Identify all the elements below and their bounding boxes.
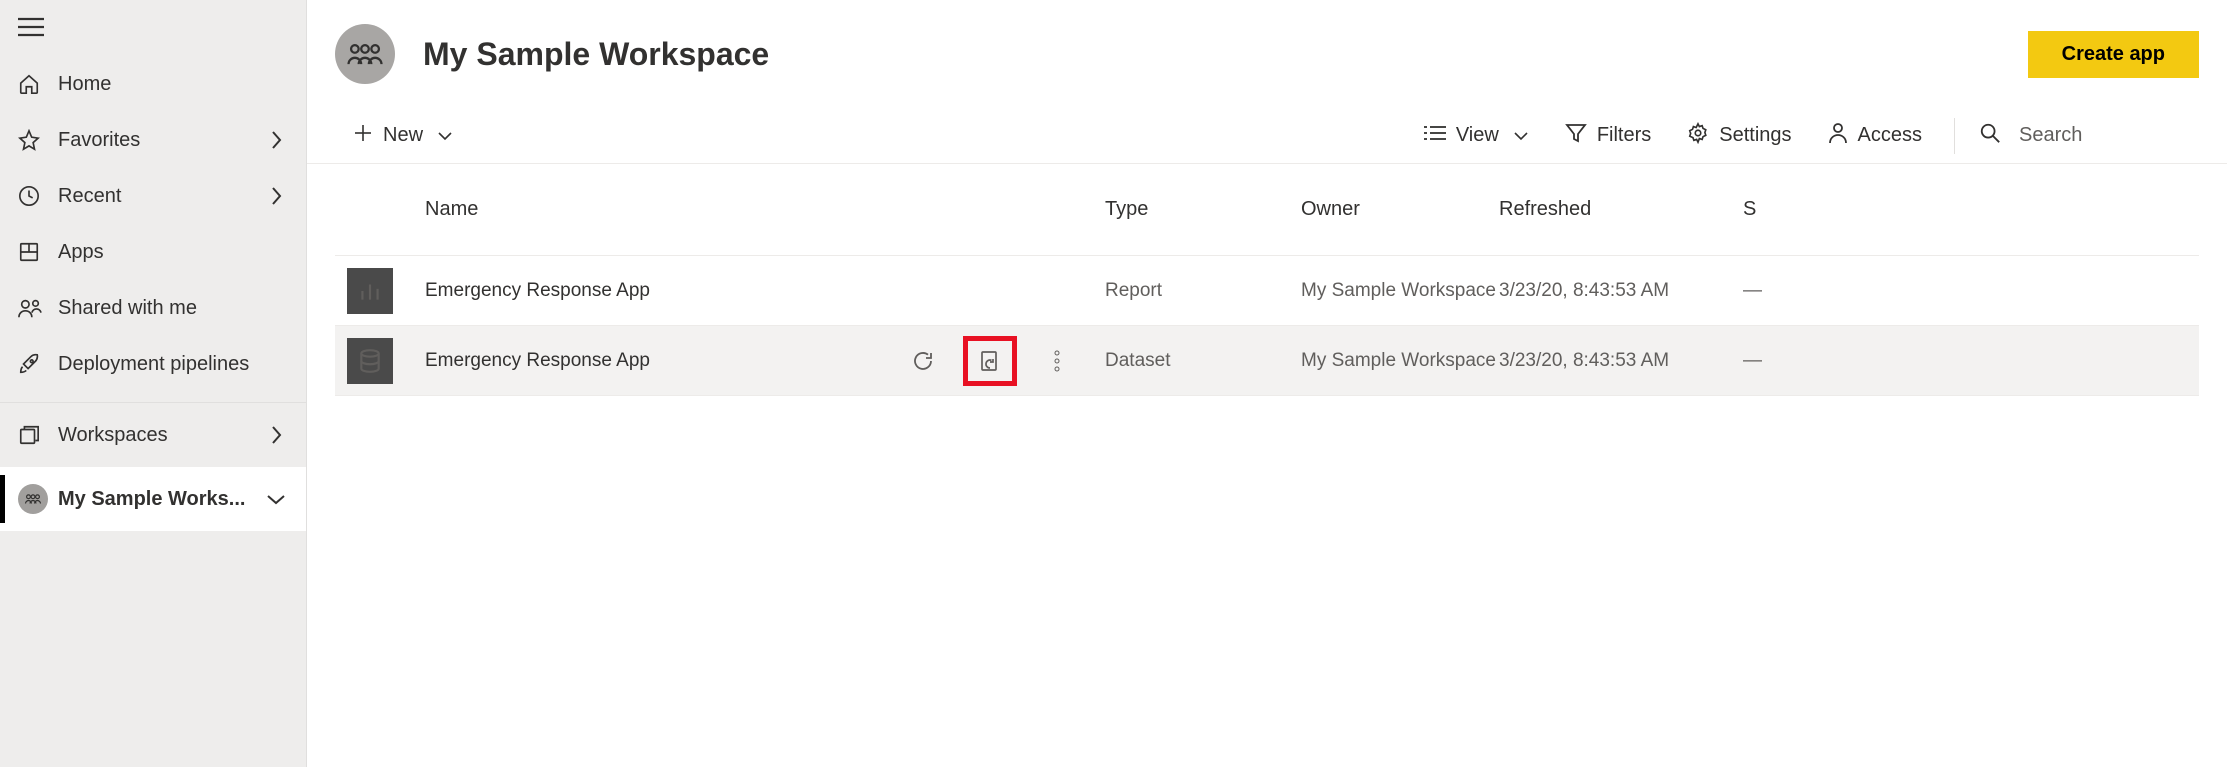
item-next: — <box>1743 280 2199 302</box>
sidebar-item-label: Deployment pipelines <box>58 353 288 376</box>
sidebar-item-favorites[interactable]: Favorites <box>0 112 306 168</box>
rocket-icon <box>18 353 58 375</box>
dataset-icon <box>347 338 393 384</box>
sidebar-item-recent[interactable]: Recent <box>0 168 306 224</box>
workspace-avatar-icon <box>18 484 58 514</box>
column-header-type[interactable]: Type <box>1105 198 1301 221</box>
search-icon <box>1979 122 2001 150</box>
search-input[interactable] <box>2019 124 2199 147</box>
table-header-row: Name Type Owner Refreshed S <box>335 164 2199 256</box>
item-owner: My Sample Workspace <box>1301 280 1499 302</box>
filters-label: Filters <box>1597 124 1651 147</box>
chevron-down-icon <box>437 124 453 147</box>
gear-icon <box>1687 122 1709 150</box>
clock-icon <box>18 185 58 207</box>
content-table: Name Type Owner Refreshed S Emergency Re… <box>307 164 2227 396</box>
star-icon <box>18 129 58 151</box>
page-title: My Sample Workspace <box>423 36 2028 73</box>
active-workspace-label: My Sample Works... <box>58 488 264 511</box>
sidebar-item-label: Home <box>58 73 288 96</box>
filter-icon <box>1565 123 1587 149</box>
access-label: Access <box>1858 124 1922 147</box>
new-label: New <box>383 124 423 147</box>
column-header-name[interactable]: Name <box>425 198 905 221</box>
column-header-owner[interactable]: Owner <box>1301 198 1499 221</box>
sidebar: Home Favorites Recent Apps Shared with m… <box>0 0 307 767</box>
sidebar-item-label: Workspaces <box>58 424 264 447</box>
item-type: Dataset <box>1105 350 1301 372</box>
settings-button[interactable]: Settings <box>1669 108 1809 163</box>
table-row[interactable]: Emergency Response App Report My Sample … <box>335 256 2199 326</box>
toolbar: New View Filters Settings <box>307 108 2227 164</box>
chevron-down-icon <box>264 493 288 505</box>
sidebar-item-label: Apps <box>58 241 288 264</box>
home-icon <box>18 73 58 95</box>
chevron-right-icon <box>264 130 288 150</box>
sidebar-item-apps[interactable]: Apps <box>0 224 306 280</box>
sidebar-item-home[interactable]: Home <box>0 56 306 112</box>
column-header-refreshed[interactable]: Refreshed <box>1499 198 1743 221</box>
new-button[interactable]: New <box>335 108 471 163</box>
sidebar-item-label: Favorites <box>58 129 264 152</box>
workspace-header: My Sample Workspace Create app <box>307 0 2227 108</box>
sidebar-item-label: Shared with me <box>58 297 288 320</box>
workspaces-icon <box>18 424 58 446</box>
report-icon <box>347 268 393 314</box>
sidebar-item-label: Recent <box>58 185 264 208</box>
sidebar-item-deployment[interactable]: Deployment pipelines <box>0 336 306 392</box>
sidebar-item-workspaces[interactable]: Workspaces <box>0 403 306 467</box>
access-button[interactable]: Access <box>1810 108 1940 163</box>
sidebar-item-shared[interactable]: Shared with me <box>0 280 306 336</box>
view-button[interactable]: View <box>1406 108 1547 163</box>
item-name: Emergency Response App <box>425 280 905 302</box>
item-name: Emergency Response App <box>425 350 905 372</box>
table-row[interactable]: Emergency Response App Dat <box>335 326 2199 396</box>
list-icon <box>1424 124 1446 147</box>
item-refreshed: 3/23/20, 8:43:53 AM <box>1499 280 1743 302</box>
schedule-refresh-icon[interactable] <box>976 347 1004 375</box>
apps-icon <box>18 241 58 263</box>
settings-label: Settings <box>1719 124 1791 147</box>
more-options-icon[interactable] <box>1043 347 1071 375</box>
create-app-button[interactable]: Create app <box>2028 31 2199 78</box>
sidebar-item-active-workspace[interactable]: My Sample Works... <box>0 467 306 531</box>
refresh-now-icon[interactable] <box>909 347 937 375</box>
toolbar-separator <box>1954 118 1955 154</box>
shared-icon <box>18 297 58 319</box>
schedule-refresh-highlight <box>963 336 1017 386</box>
column-header-next[interactable]: S <box>1743 198 2199 221</box>
view-label: View <box>1456 124 1499 147</box>
item-refreshed: 3/23/20, 8:43:53 AM <box>1499 350 1743 372</box>
main-content: My Sample Workspace Create app New View <box>307 0 2227 767</box>
plus-icon <box>353 123 373 149</box>
item-type: Report <box>1105 280 1301 302</box>
chevron-down-icon <box>1513 124 1529 147</box>
person-icon <box>1828 122 1848 150</box>
chevron-right-icon <box>264 186 288 206</box>
item-owner: My Sample Workspace <box>1301 350 1499 372</box>
hamburger-icon[interactable] <box>18 17 44 37</box>
workspace-avatar-icon <box>335 24 395 84</box>
search-box[interactable] <box>1969 122 2199 150</box>
item-next: — <box>1743 350 2199 372</box>
filters-button[interactable]: Filters <box>1547 108 1669 163</box>
chevron-right-icon <box>264 425 288 445</box>
